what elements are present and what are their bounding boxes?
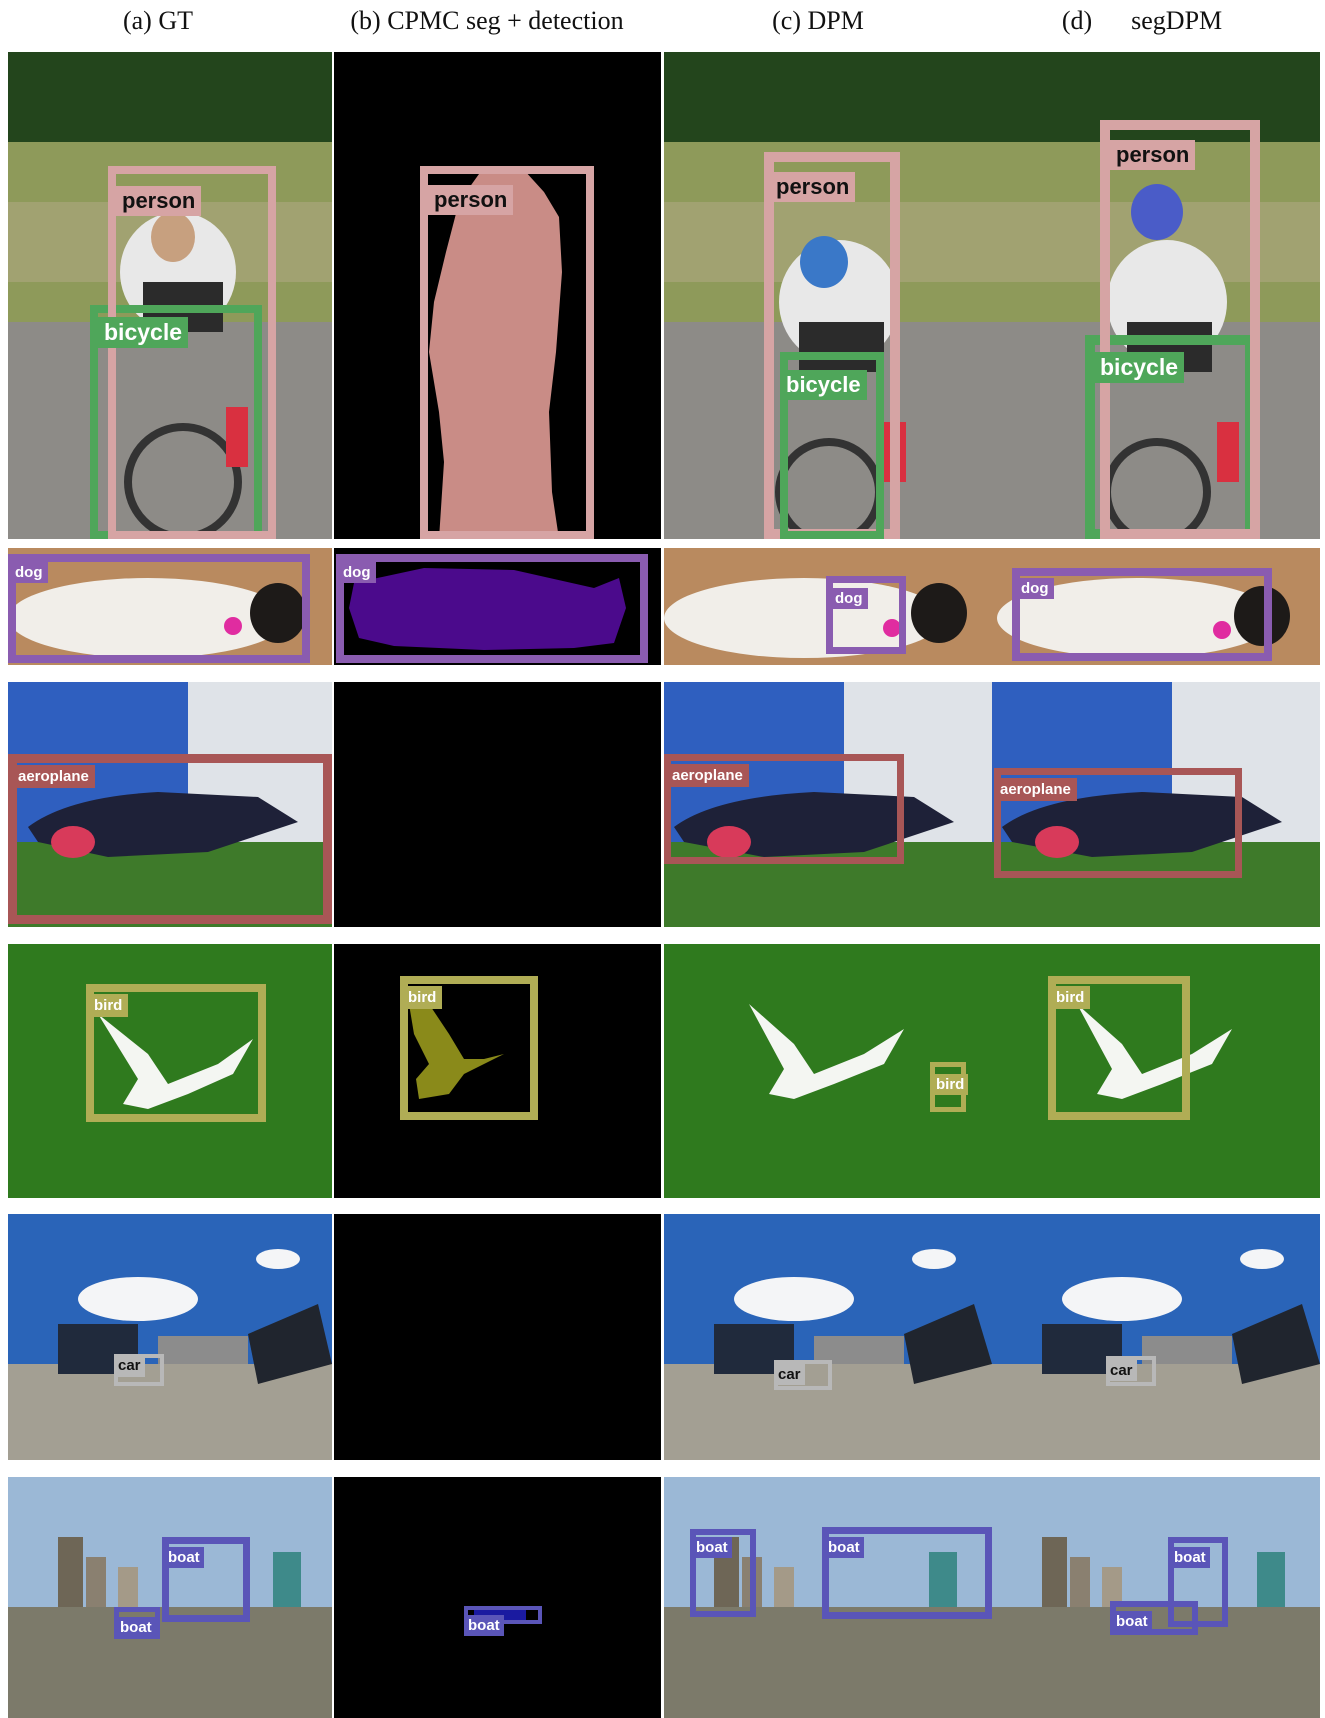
label-boat: boat — [164, 1547, 204, 1568]
image-cyclist-gt: bicycle person — [8, 52, 332, 539]
header-cpmc: (b) CPMC seg + detection — [350, 6, 624, 35]
label-dog: dog — [338, 562, 376, 583]
header-gt: (a) GT — [122, 6, 193, 35]
label-bird: bird — [1050, 986, 1091, 1009]
header-segdpm: (d) segDPM — [1061, 6, 1223, 35]
image-dog-cpmc: dog — [334, 548, 661, 665]
image-bird-gt: bird — [8, 944, 332, 1198]
image-bird-dpm: bird — [664, 944, 992, 1198]
image-car-gt: car — [8, 1214, 332, 1460]
label-bicycle: bicycle — [780, 370, 867, 400]
header-dpm: (c) DPM — [772, 6, 864, 35]
image-boat-segdpm: boat boat — [992, 1477, 1320, 1718]
label-bicycle: bicycle — [1094, 352, 1184, 383]
label-bicycle: bicycle — [98, 317, 188, 348]
label-boat: boat — [464, 1615, 504, 1636]
label-car: car — [114, 1354, 145, 1377]
image-dog-segdpm: dog — [992, 548, 1320, 665]
label-car: car — [774, 1364, 805, 1385]
image-cyclist-segdpm: bicycle person — [992, 52, 1320, 539]
label-bird: bird — [402, 986, 443, 1009]
image-aeroplane-gt: aeroplane — [8, 682, 332, 927]
image-aeroplane-cpmc — [334, 682, 661, 927]
image-cyclist-cpmc: person — [334, 52, 661, 539]
label-dog: dog — [830, 588, 868, 609]
label-aeroplane: aeroplane — [994, 778, 1077, 801]
label-dog: dog — [1016, 578, 1054, 599]
bbox-dog — [336, 554, 648, 663]
image-bird-segdpm: bird — [992, 944, 1320, 1198]
bbox-person — [1100, 120, 1260, 539]
label-boat: boat — [116, 1617, 156, 1638]
label-person: person — [116, 186, 202, 216]
image-aeroplane-segdpm: aeroplane — [992, 682, 1320, 927]
label-car: car — [1106, 1360, 1137, 1381]
image-bird-cpmc: bird — [334, 944, 661, 1198]
image-car-cpmc — [334, 1214, 661, 1460]
image-dog-gt: dog — [8, 548, 332, 665]
image-car-dpm: car — [664, 1214, 992, 1460]
image-boat-dpm: boat boat — [664, 1477, 992, 1718]
image-dog-dpm: dog — [664, 548, 992, 665]
car-photo — [664, 1214, 992, 1460]
image-cyclist-dpm: person bicycle — [664, 52, 992, 539]
image-boat-gt: boat boat — [8, 1477, 332, 1718]
label-boat: boat — [824, 1537, 864, 1558]
image-aeroplane-dpm: aeroplane — [664, 682, 992, 927]
label-person: person — [770, 172, 856, 202]
label-boat: boat — [1170, 1547, 1210, 1568]
bbox-dog — [8, 554, 310, 663]
car-photo — [992, 1214, 1320, 1460]
label-boat: boat — [1112, 1611, 1152, 1632]
boat-photo — [992, 1477, 1320, 1718]
label-aeroplane: aeroplane — [12, 765, 95, 788]
label-dog: dog — [10, 562, 48, 583]
bbox-person — [420, 166, 594, 539]
label-person: person — [1110, 140, 1196, 170]
label-person: person — [428, 185, 514, 215]
label-bird: bird — [932, 1074, 969, 1095]
image-car-segdpm: car — [992, 1214, 1320, 1460]
label-boat: boat — [692, 1537, 732, 1558]
image-boat-cpmc: boat — [334, 1477, 661, 1718]
bbox-person — [108, 166, 276, 539]
label-aeroplane: aeroplane — [666, 764, 749, 787]
label-bird: bird — [88, 994, 129, 1017]
figure: (a) GT (b) CPMC seg + detection (c) DPM … — [0, 0, 1325, 1718]
car-photo — [8, 1214, 332, 1460]
